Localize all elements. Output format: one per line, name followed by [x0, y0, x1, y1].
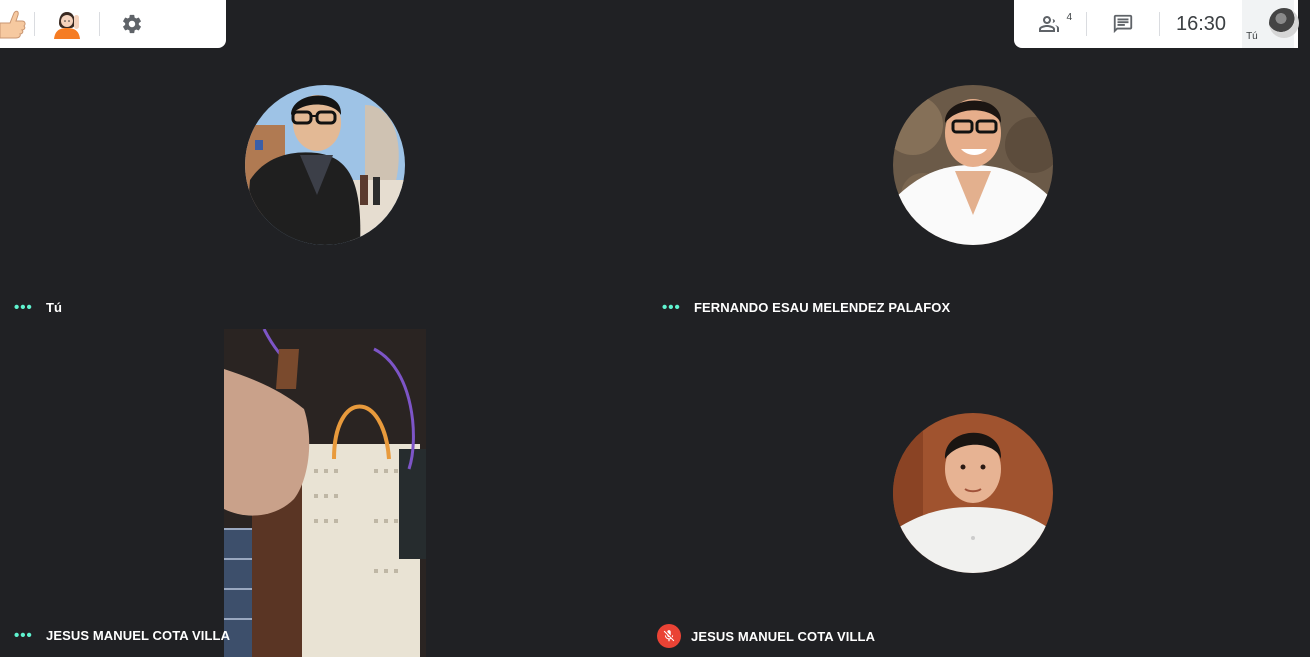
participant-name: FERNANDO ESAU MELENDEZ PALAFOX: [694, 300, 951, 315]
top-left-toolbar: [0, 0, 226, 48]
avatar: [1269, 8, 1300, 38]
participant-name-bar: JESUS MANUEL COTA VILLA: [657, 624, 875, 648]
avatar: [893, 413, 1053, 573]
gear-icon: [123, 14, 141, 34]
clock: 16:30: [1176, 12, 1227, 35]
chat-button[interactable]: [1087, 0, 1159, 48]
speaking-indicator-icon: •••: [662, 299, 681, 316]
participant-name-bar: ••• JESUS MANUEL COTA VILLA: [14, 628, 230, 643]
scrollbar[interactable]: [1298, 48, 1310, 657]
chat-icon: [1113, 14, 1133, 34]
participant-name: Tú: [46, 300, 63, 315]
people-icon: [1039, 16, 1059, 32]
self-label: Tú: [1246, 31, 1258, 42]
self-view-button[interactable]: Tú: [1242, 0, 1300, 48]
speaking-indicator-icon: •••: [14, 299, 33, 316]
speaking-indicator-icon: •••: [14, 627, 33, 644]
people-count-badge: 4: [1066, 12, 1072, 23]
avatar: [893, 85, 1053, 245]
thumbs-up-icon: [0, 10, 26, 39]
raise-hand-icon: [54, 12, 80, 39]
raise-hand-button[interactable]: [35, 0, 99, 48]
top-right-toolbar: 4 16:30 Tú: [1014, 0, 1300, 48]
participant-tile[interactable]: JESUS MANUEL COTA VILLA: [648, 329, 1298, 657]
participant-name: JESUS MANUEL COTA VILLA: [46, 628, 231, 643]
settings-button[interactable]: [100, 0, 164, 48]
participant-tile[interactable]: ••• Tú: [0, 48, 648, 328]
people-button[interactable]: 4: [1014, 0, 1086, 48]
video-feed: [224, 329, 426, 657]
participant-tile[interactable]: ••• JESUS MANUEL COTA VILLA: [0, 329, 648, 657]
thumbs-up-button[interactable]: [0, 0, 34, 48]
participant-tile[interactable]: ••• FERNANDO ESAU MELENDEZ PALAFOX: [648, 48, 1298, 328]
participant-name: JESUS MANUEL COTA VILLA: [691, 628, 876, 644]
participant-name-bar: ••• FERNANDO ESAU MELENDEZ PALAFOX: [662, 300, 950, 315]
avatar: [245, 85, 405, 245]
participant-name-bar: ••• Tú: [14, 300, 62, 315]
mic-off-icon: [657, 624, 681, 648]
